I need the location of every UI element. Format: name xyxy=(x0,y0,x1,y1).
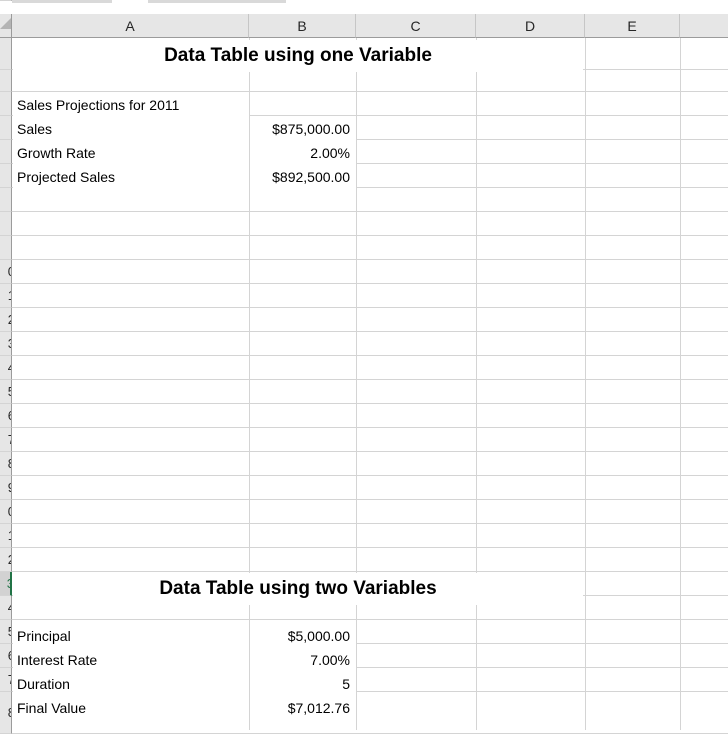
principal-label[interactable]: Principal xyxy=(13,624,249,648)
table-one-title[interactable]: Data Table using one Variable xyxy=(13,40,583,72)
row-header-label: 2 xyxy=(8,552,11,567)
row-header-label: 4 xyxy=(8,600,11,615)
row-header[interactable]: 1 xyxy=(0,284,12,308)
row-header[interactable] xyxy=(0,38,12,70)
row-header[interactable]: 1 xyxy=(0,524,12,548)
row-header-label: 8 xyxy=(8,705,11,720)
gridline xyxy=(12,403,728,404)
row-header-label: 8 xyxy=(8,456,11,471)
gridline xyxy=(12,619,728,620)
row-header[interactable]: 8 xyxy=(0,452,12,476)
row-header[interactable]: 5 xyxy=(0,620,12,644)
duration-label[interactable]: Duration xyxy=(13,672,249,696)
column-header-f[interactable] xyxy=(680,14,728,38)
row-header[interactable]: 2 xyxy=(0,548,12,572)
row-header-label: 3 xyxy=(8,336,11,351)
row-header-label: 1 xyxy=(8,288,11,303)
row-header[interactable]: 0 xyxy=(0,260,12,284)
row-header-label: 4 xyxy=(8,360,11,375)
gridline xyxy=(12,475,728,476)
spreadsheet[interactable]: A B C D E 0 1 2 3 4 5 6 7 8 9 0 1 2 3 4 5 6 7 8 Data Table… xyxy=(0,0,728,734)
gridline xyxy=(12,427,728,428)
growth-rate-label[interactable]: Growth Rate xyxy=(13,141,249,165)
gridline xyxy=(680,38,681,730)
row-header-label: 3 xyxy=(7,576,10,591)
row-header[interactable]: 6 xyxy=(0,404,12,428)
row-header[interactable]: 7 xyxy=(0,668,12,692)
row-header[interactable]: 8 xyxy=(0,692,12,734)
gridline xyxy=(12,235,728,236)
growth-rate-value[interactable]: 2.00% xyxy=(250,141,356,165)
gridline xyxy=(12,571,728,572)
principal-value[interactable]: $5,000.00 xyxy=(250,624,356,648)
table-two-title[interactable]: Data Table using two Variables xyxy=(13,573,583,605)
sales-label[interactable]: Sales xyxy=(13,117,249,141)
column-header-c[interactable]: C xyxy=(356,14,476,38)
row-header[interactable]: 3 xyxy=(0,332,12,356)
final-value-label[interactable]: Final Value xyxy=(13,696,249,720)
gridline xyxy=(12,307,728,308)
gridline xyxy=(12,211,728,212)
duration-value[interactable]: 5 xyxy=(250,672,356,696)
row-header[interactable]: 9 xyxy=(0,476,12,500)
gridline xyxy=(12,91,728,92)
row-header[interactable]: 7 xyxy=(0,428,12,452)
gridline xyxy=(12,331,728,332)
row-header[interactable]: 5 xyxy=(0,380,12,404)
gridline xyxy=(12,259,728,260)
top-strip xyxy=(0,0,728,14)
gridline xyxy=(12,523,728,524)
row-header[interactable] xyxy=(0,236,12,260)
row-header-label: 5 xyxy=(8,624,11,639)
row-header-label: 6 xyxy=(8,648,11,663)
column-header-e[interactable]: E xyxy=(585,14,680,38)
interest-rate-label[interactable]: Interest Rate xyxy=(13,648,249,672)
row-header[interactable] xyxy=(0,212,12,236)
row-header-label: 6 xyxy=(8,408,11,423)
interest-rate-value[interactable]: 7.00% xyxy=(250,648,356,672)
row-header[interactable] xyxy=(0,188,12,212)
row-header[interactable]: 6 xyxy=(0,644,12,668)
select-all-triangle-icon xyxy=(0,18,11,29)
column-header-b[interactable]: B xyxy=(249,14,356,38)
row-header-label: 2 xyxy=(8,312,11,327)
gridline xyxy=(356,38,357,730)
row-header[interactable]: 3 xyxy=(0,572,12,596)
tab-edge xyxy=(12,0,112,3)
row-header-label: 9 xyxy=(8,480,11,495)
row-header[interactable] xyxy=(0,0,12,1)
row-header[interactable] xyxy=(0,116,12,140)
projected-sales-value[interactable]: $892,500.00 xyxy=(250,165,356,189)
column-header-d[interactable]: D xyxy=(476,14,585,38)
gridline xyxy=(12,451,728,452)
final-value-value[interactable]: $7,012.76 xyxy=(250,696,356,720)
gridline xyxy=(12,499,728,500)
gridline xyxy=(12,355,728,356)
row-header-label: 1 xyxy=(8,528,11,543)
sales-projections-heading[interactable]: Sales Projections for 2011 xyxy=(13,93,249,117)
row-header[interactable] xyxy=(0,70,12,92)
sales-value[interactable]: $875,000.00 xyxy=(250,117,356,141)
row-header[interactable]: 4 xyxy=(0,596,12,620)
row-header[interactable] xyxy=(0,164,12,188)
row-header-label: 7 xyxy=(8,432,11,447)
row-header-label: 5 xyxy=(8,384,11,399)
row-header-label: 0 xyxy=(8,264,11,279)
column-header-a[interactable]: A xyxy=(12,14,249,38)
row-header[interactable]: 4 xyxy=(0,356,12,380)
row-header[interactable] xyxy=(0,92,12,116)
projected-sales-label[interactable]: Projected Sales xyxy=(13,165,249,189)
row-header-label: 7 xyxy=(8,672,11,687)
gridline xyxy=(12,283,728,284)
row-header[interactable]: 0 xyxy=(0,500,12,524)
row-header-label: 0 xyxy=(8,504,11,519)
gridline xyxy=(585,38,586,730)
gridline xyxy=(476,38,477,730)
gridline xyxy=(12,547,728,548)
gridline xyxy=(12,379,728,380)
row-header[interactable] xyxy=(0,140,12,164)
tab-edge xyxy=(148,0,286,3)
row-header[interactable]: 2 xyxy=(0,308,12,332)
